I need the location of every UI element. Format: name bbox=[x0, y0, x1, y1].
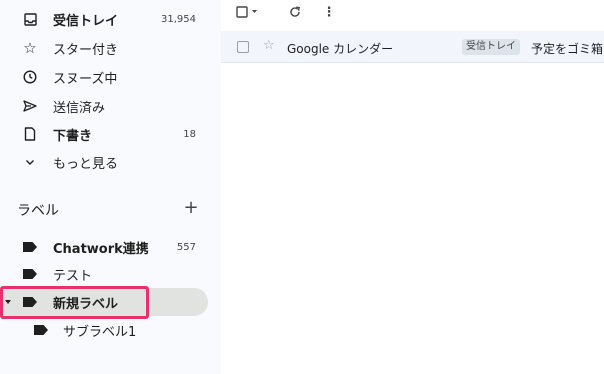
inbox-badge[interactable]: 受信トレイ bbox=[462, 39, 520, 55]
draft-count: 18 bbox=[183, 128, 196, 140]
sidebar: 受信トレイ 31,954 ☆ スター付き スヌーズ中 送信済み 下書き 18 も… bbox=[0, 0, 220, 374]
label-icon bbox=[22, 294, 38, 310]
sidebar-item-label: テスト bbox=[53, 268, 93, 284]
sidebar-label-chatwork[interactable]: Chatwork連携 557 bbox=[0, 233, 208, 261]
inbox-icon bbox=[22, 11, 38, 27]
star-icon: ☆ bbox=[23, 39, 37, 57]
sidebar-item-drafts[interactable]: 下書き 18 bbox=[0, 120, 208, 148]
mail-subject: 予定をゴミ箱 bbox=[531, 42, 604, 56]
mail-sender: Google カレンダー bbox=[287, 42, 394, 56]
draft-icon bbox=[22, 126, 38, 142]
sidebar-item-more[interactable]: もっと見る bbox=[0, 148, 208, 176]
star-icon[interactable]: ☆ bbox=[263, 38, 275, 53]
sidebar-item-label: 受信トレイ bbox=[53, 13, 119, 29]
labels-section-title: ラベル bbox=[17, 203, 59, 219]
gmail-app: 受信トレイ 31,954 ☆ スター付き スヌーズ中 送信済み 下書き 18 も… bbox=[0, 0, 604, 374]
table-row[interactable]: ☆ Google カレンダー 受信トレイ 予定をゴミ箱 bbox=[221, 31, 604, 63]
label-icon bbox=[33, 322, 49, 338]
sidebar-item-label: スター付き bbox=[53, 42, 119, 58]
label-icon bbox=[22, 266, 38, 282]
row-checkbox[interactable] bbox=[237, 41, 249, 53]
expand-caret-icon[interactable] bbox=[5, 300, 11, 304]
refresh-icon[interactable] bbox=[285, 0, 305, 24]
sidebar-item-sent[interactable]: 送信済み bbox=[0, 92, 208, 120]
clock-icon bbox=[22, 69, 38, 85]
unread-count: 31,954 bbox=[161, 13, 196, 25]
chevron-down-icon bbox=[22, 154, 38, 170]
sidebar-item-inbox[interactable]: 受信トレイ 31,954 bbox=[0, 5, 208, 33]
sidebar-item-label: サブラベル1 bbox=[63, 324, 137, 340]
select-all-checkbox[interactable] bbox=[235, 0, 261, 24]
sidebar-label-sub[interactable]: サブラベル1 bbox=[0, 316, 208, 344]
sidebar-item-snoozed[interactable]: スヌーズ中 bbox=[0, 63, 208, 91]
label-icon bbox=[22, 239, 38, 255]
sidebar-item-label: もっと見る bbox=[53, 156, 119, 172]
sidebar-item-starred[interactable]: ☆ スター付き bbox=[0, 34, 208, 62]
sidebar-item-label: Chatwork連携 bbox=[53, 241, 149, 257]
label-count: 557 bbox=[176, 241, 196, 253]
more-options-icon[interactable]: ⋮ bbox=[321, 0, 337, 24]
sidebar-item-label: 下書き bbox=[53, 128, 93, 144]
sidebar-label-test[interactable]: テスト bbox=[0, 260, 208, 288]
sidebar-item-label: 送信済み bbox=[53, 100, 106, 116]
main-panel: ⋮ ☆ Google カレンダー 受信トレイ 予定をゴミ箱 bbox=[221, 0, 604, 374]
send-icon bbox=[22, 98, 38, 114]
add-label-button[interactable]: + bbox=[182, 199, 200, 217]
sidebar-label-new[interactable]: 新規ラベル bbox=[0, 288, 208, 316]
sidebar-item-label: 新規ラベル bbox=[53, 296, 119, 312]
toolbar: ⋮ bbox=[221, 0, 604, 30]
sidebar-item-label: スヌーズ中 bbox=[53, 71, 118, 87]
